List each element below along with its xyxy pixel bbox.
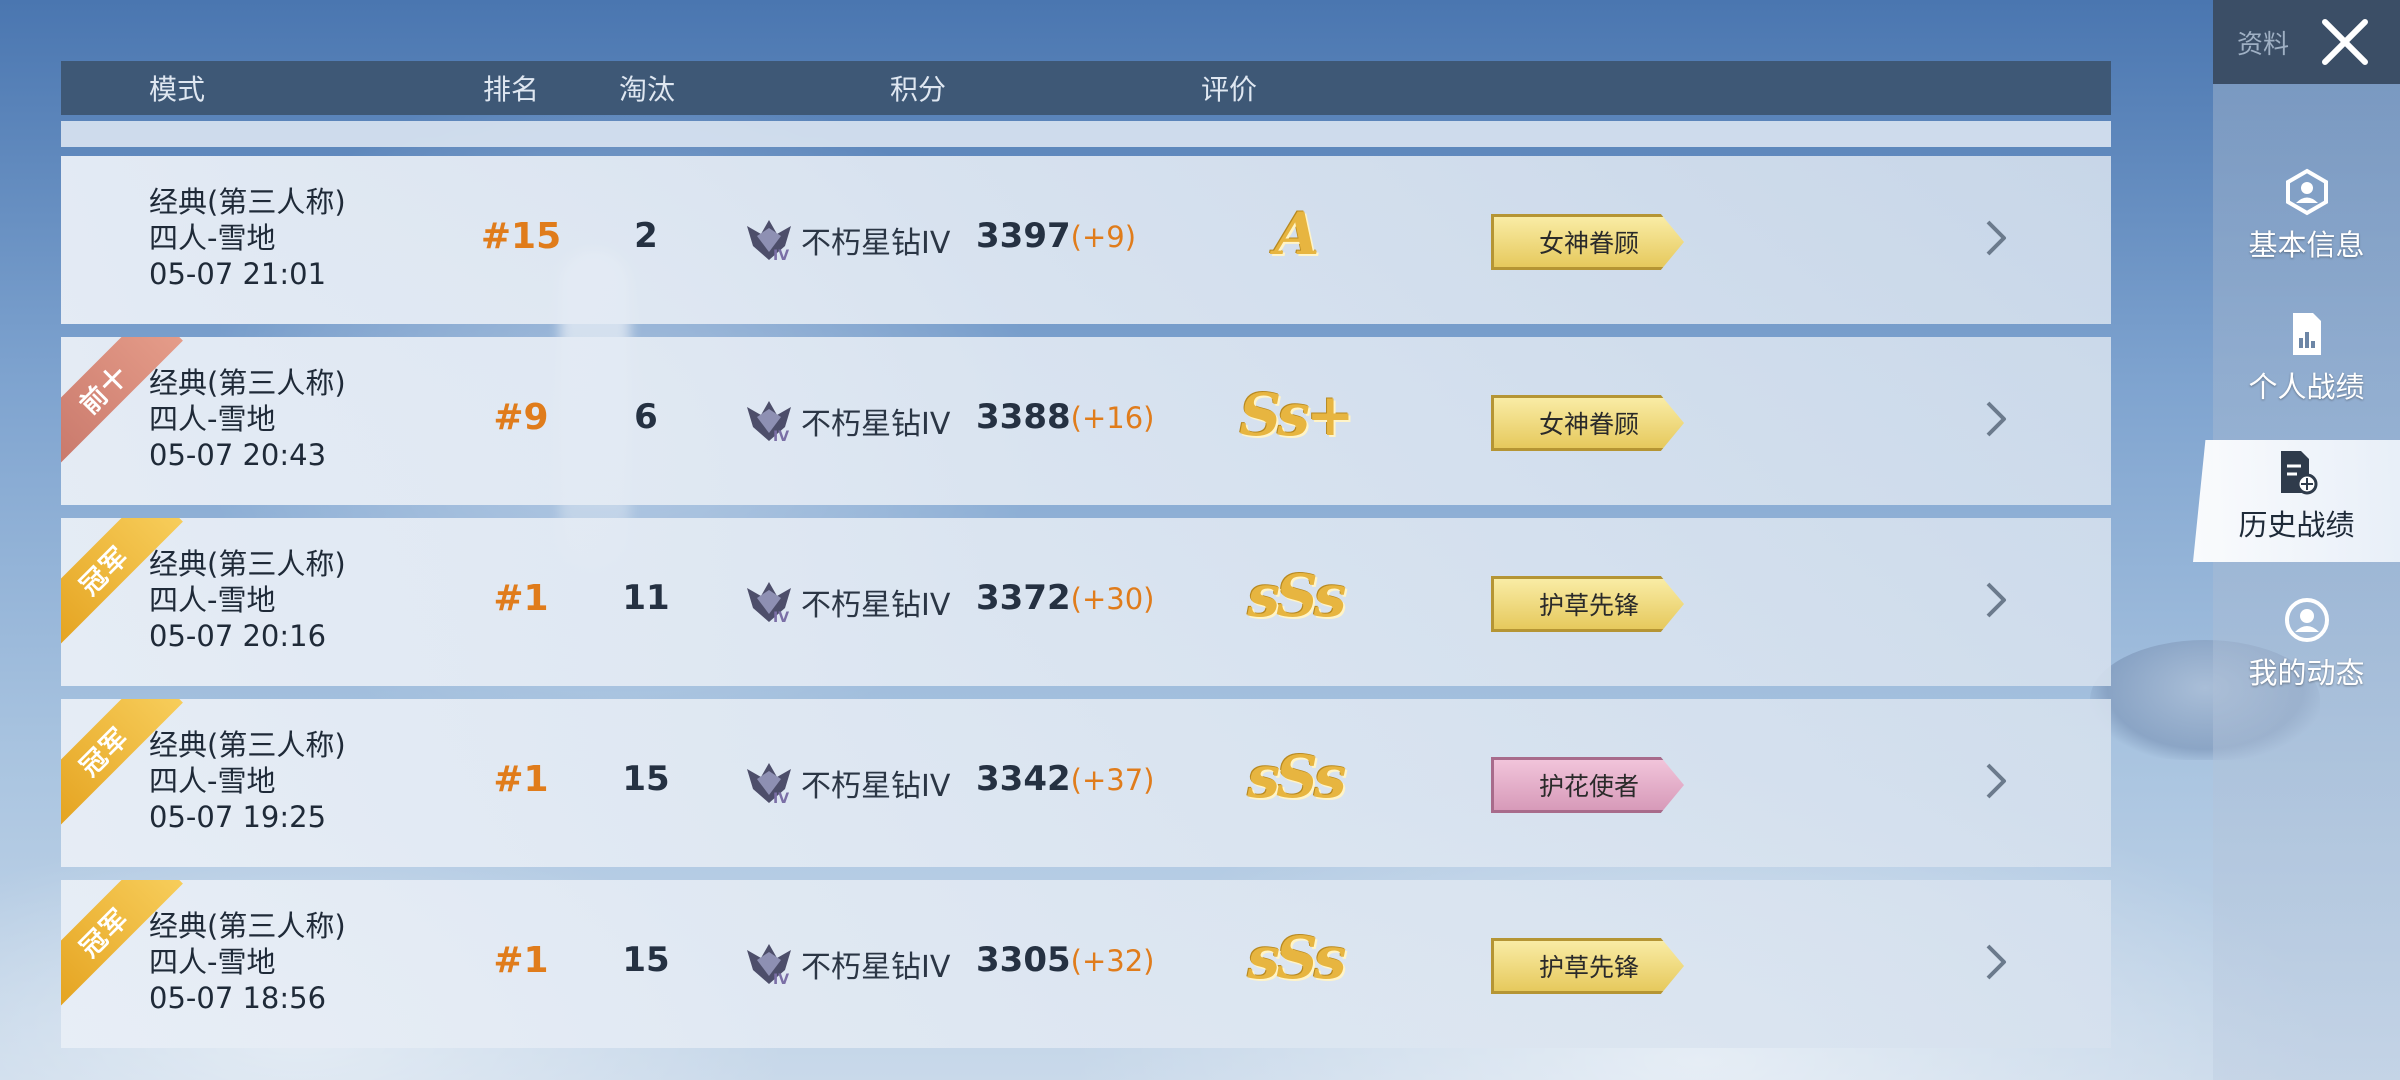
svg-text:IV: IV [773, 610, 789, 626]
match-time: 05-07 19:25 [149, 800, 327, 834]
header-rating: 评价 [1201, 73, 1258, 106]
header-mode: 模式 [149, 73, 206, 106]
title-badge: 护花使者 [1491, 757, 1684, 813]
match-rank: #9 [493, 397, 549, 438]
score-delta: (+37) [1070, 763, 1155, 797]
score-delta: (+32) [1070, 944, 1155, 978]
rating-score: 3342(+37) [976, 759, 1155, 799]
performance-grade: sSs [1247, 924, 1346, 992]
match-eliminations: 2 [634, 216, 658, 256]
sidebar-top-bar: 资料 [2213, 0, 2400, 84]
svg-text:IV: IV [773, 248, 789, 264]
tier-emblem-icon: IV [747, 220, 791, 264]
match-eliminations: 11 [622, 578, 670, 618]
chevron-right-icon[interactable] [1976, 399, 2016, 439]
match-time: 05-07 20:43 [149, 438, 327, 472]
performance-grade: sSs [1247, 743, 1346, 811]
match-eliminations: 15 [622, 759, 670, 799]
rating-score: 3305(+32) [976, 940, 1155, 980]
performance-grade: sSs [1247, 562, 1346, 630]
svg-text:IV: IV [773, 429, 789, 445]
match-rank: #1 [493, 578, 549, 619]
match-rank: #1 [493, 759, 549, 800]
header-rank: 排名 [483, 73, 540, 106]
history-records-panel: 模式 排名 淘汰 积分 评价 [61, 61, 2111, 147]
title-badge: 护草先锋 [1491, 576, 1684, 632]
match-info: 经典(第三人称) 四人-雪地 05-07 19:25 [149, 727, 346, 835]
score-delta: (+30) [1070, 582, 1155, 616]
tier-emblem-icon: IV [747, 582, 791, 626]
match-map: 四人-雪地 [149, 402, 276, 436]
header-subbar [61, 121, 2111, 147]
rating-score: 3397(+9) [976, 216, 1137, 256]
match-row[interactable]: 冠军 经典(第三人称) 四人-雪地 05-07 20:16 #1 11 IV 不… [61, 518, 2111, 686]
tier-name: 不朽星钻IV [801, 950, 951, 985]
title-badge: 护草先锋 [1491, 938, 1684, 994]
match-info: 经典(第三人称) 四人-雪地 05-07 21:01 [149, 184, 346, 292]
score-delta: (+16) [1070, 401, 1155, 435]
tier-name: 不朽星钻IV [801, 226, 951, 261]
match-map: 四人-雪地 [149, 764, 276, 798]
match-time: 05-07 20:16 [149, 619, 327, 653]
sidebar: 资料 基本信息 个人战绩 历史战绩 我的动态 [2193, 0, 2400, 1080]
header-elims: 淘汰 [619, 73, 676, 106]
header-score: 积分 [890, 73, 947, 106]
sidebar-item-my-activity[interactable]: 我的动态 [2213, 588, 2400, 708]
user-circle-icon [2284, 598, 2329, 642]
sidebar-item-history[interactable]: 历史战绩 [2193, 440, 2400, 562]
match-mode: 经典(第三人称) [149, 909, 346, 943]
close-icon[interactable] [2315, 12, 2375, 72]
tier-emblem-icon: IV [747, 763, 791, 807]
match-row[interactable]: 前十 经典(第三人称) 四人-雪地 05-07 20:43 #9 6 IV 不朽… [61, 337, 2111, 505]
match-mode: 经典(第三人称) [149, 547, 346, 581]
chevron-right-icon[interactable] [1976, 218, 2016, 258]
sidebar-item-basic-info[interactable]: 基本信息 [2213, 160, 2400, 280]
profile-title: 资料 [2237, 30, 2290, 60]
chevron-right-icon[interactable] [1976, 580, 2016, 620]
performance-grade: A [1274, 200, 1319, 268]
chevron-right-icon[interactable] [1976, 942, 2016, 982]
profile-hexagon-icon [2285, 168, 2328, 216]
match-time: 05-07 18:56 [149, 981, 327, 1015]
match-row[interactable]: 冠军 经典(第三人称) 四人-雪地 05-07 18:56 #1 15 IV 不… [61, 880, 2111, 1048]
tier-name: 不朽星钻IV [801, 588, 951, 623]
performance-grade: Ss+ [1239, 381, 1354, 449]
match-time: 05-07 21:01 [149, 257, 327, 291]
sidebar-item-personal-stats[interactable]: 个人战绩 [2213, 302, 2400, 422]
match-mode: 经典(第三人称) [149, 366, 346, 400]
match-rank: #15 [480, 216, 562, 257]
tier-emblem-icon: IV [747, 401, 791, 445]
sidebar-item-label: 个人战绩 [2248, 370, 2365, 404]
title-badge: 女神眷顾 [1491, 214, 1684, 270]
match-eliminations: 15 [622, 940, 670, 980]
tier-emblem-icon: IV [747, 944, 791, 988]
sidebar-item-label: 基本信息 [2248, 228, 2365, 262]
tier-name: 不朽星钻IV [801, 407, 951, 442]
sidebar-item-label: 我的动态 [2248, 656, 2365, 690]
sidebar-item-label: 历史战绩 [2238, 508, 2355, 542]
match-mode: 经典(第三人称) [149, 185, 346, 219]
match-mode: 经典(第三人称) [149, 728, 346, 762]
match-info: 经典(第三人称) 四人-雪地 05-07 20:43 [149, 365, 346, 473]
title-badge: 女神眷顾 [1491, 395, 1684, 451]
match-map: 四人-雪地 [149, 221, 276, 255]
table-header: 模式 排名 淘汰 积分 评价 [61, 61, 2111, 115]
match-map: 四人-雪地 [149, 945, 276, 979]
score-delta: (+9) [1070, 220, 1137, 254]
history-document-icon [2280, 451, 2317, 495]
match-map: 四人-雪地 [149, 583, 276, 617]
match-eliminations: 6 [634, 397, 658, 437]
tier-name: 不朽星钻IV [801, 769, 951, 804]
match-row[interactable]: 经典(第三人称) 四人-雪地 05-07 21:01 #15 2 IV 不朽星钻… [61, 156, 2111, 324]
svg-text:IV: IV [773, 972, 789, 988]
rating-score: 3388(+16) [976, 397, 1155, 437]
chevron-right-icon[interactable] [1976, 761, 2016, 801]
match-rank: #1 [493, 940, 549, 981]
match-row[interactable]: 冠军 经典(第三人称) 四人-雪地 05-07 19:25 #1 15 IV 不… [61, 699, 2111, 867]
rating-score: 3372(+30) [976, 578, 1155, 618]
match-info: 经典(第三人称) 四人-雪地 05-07 20:16 [149, 546, 346, 654]
svg-text:IV: IV [773, 791, 789, 807]
stats-document-icon [2292, 313, 2321, 355]
match-info: 经典(第三人称) 四人-雪地 05-07 18:56 [149, 908, 346, 1016]
